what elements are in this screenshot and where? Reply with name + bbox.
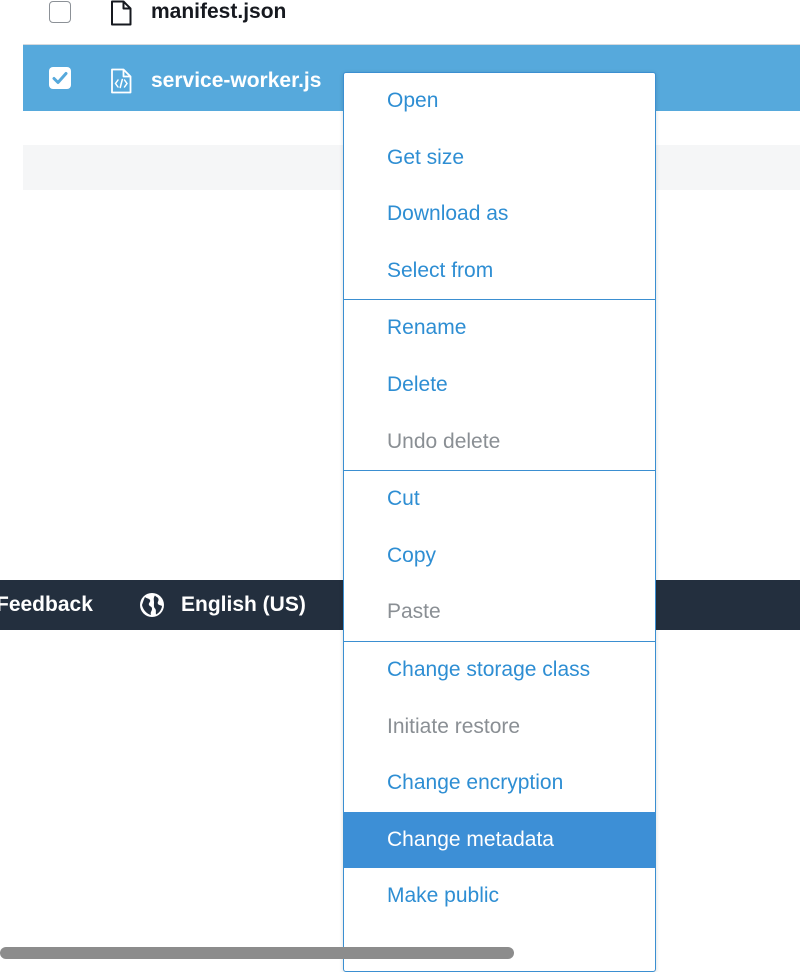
menu-group-edit: Rename Delete Undo delete (344, 300, 655, 472)
menu-group-properties: Change storage class Initiate restore Ch… (344, 642, 655, 971)
menu-item-open[interactable]: Open (344, 73, 655, 130)
menu-item-paste: Paste (387, 600, 441, 624)
feedback-link[interactable]: Feedback (0, 593, 93, 617)
check-icon (52, 72, 68, 84)
menu-item-cut[interactable]: Cut (344, 471, 655, 528)
file-name[interactable]: manifest.json (151, 0, 286, 24)
file-icon (110, 0, 132, 31)
menu-item-copy[interactable]: Copy (344, 528, 655, 585)
menu-item-change-encryption[interactable]: Change encryption (344, 755, 655, 812)
globe-icon (139, 592, 165, 618)
menu-item-get-size[interactable]: Get size (344, 130, 655, 187)
menu-item-make-public[interactable]: Make public (344, 868, 655, 925)
menu-item-download-as[interactable]: Download as (344, 186, 655, 243)
row-checkbox[interactable] (49, 1, 71, 23)
language-selector[interactable]: English (US) (181, 593, 306, 617)
horizontal-scrollbar[interactable] (0, 947, 514, 959)
menu-item-change-storage-class[interactable]: Change storage class (344, 642, 655, 699)
menu-group-clipboard: Cut Copy Paste (344, 471, 655, 642)
menu-item-undo-delete: Undo delete (387, 429, 501, 453)
menu-group-open: Open Get size Download as Select from (344, 73, 655, 301)
file-name[interactable]: service-worker.js (151, 69, 321, 93)
code-file-icon (110, 68, 132, 99)
menu-item-initiate-restore: Initiate restore (387, 714, 521, 738)
context-menu: Open Get size Download as Select from Re… (343, 72, 656, 972)
menu-item-change-metadata[interactable]: Change metadata (344, 811, 655, 869)
menu-item-delete[interactable]: Delete (344, 357, 655, 414)
file-row-manifest[interactable]: manifest.json (23, 0, 800, 45)
menu-item-rename[interactable]: Rename (344, 300, 655, 357)
row-checkbox-checked[interactable] (49, 67, 71, 89)
menu-item-select-from[interactable]: Select from (344, 243, 655, 300)
